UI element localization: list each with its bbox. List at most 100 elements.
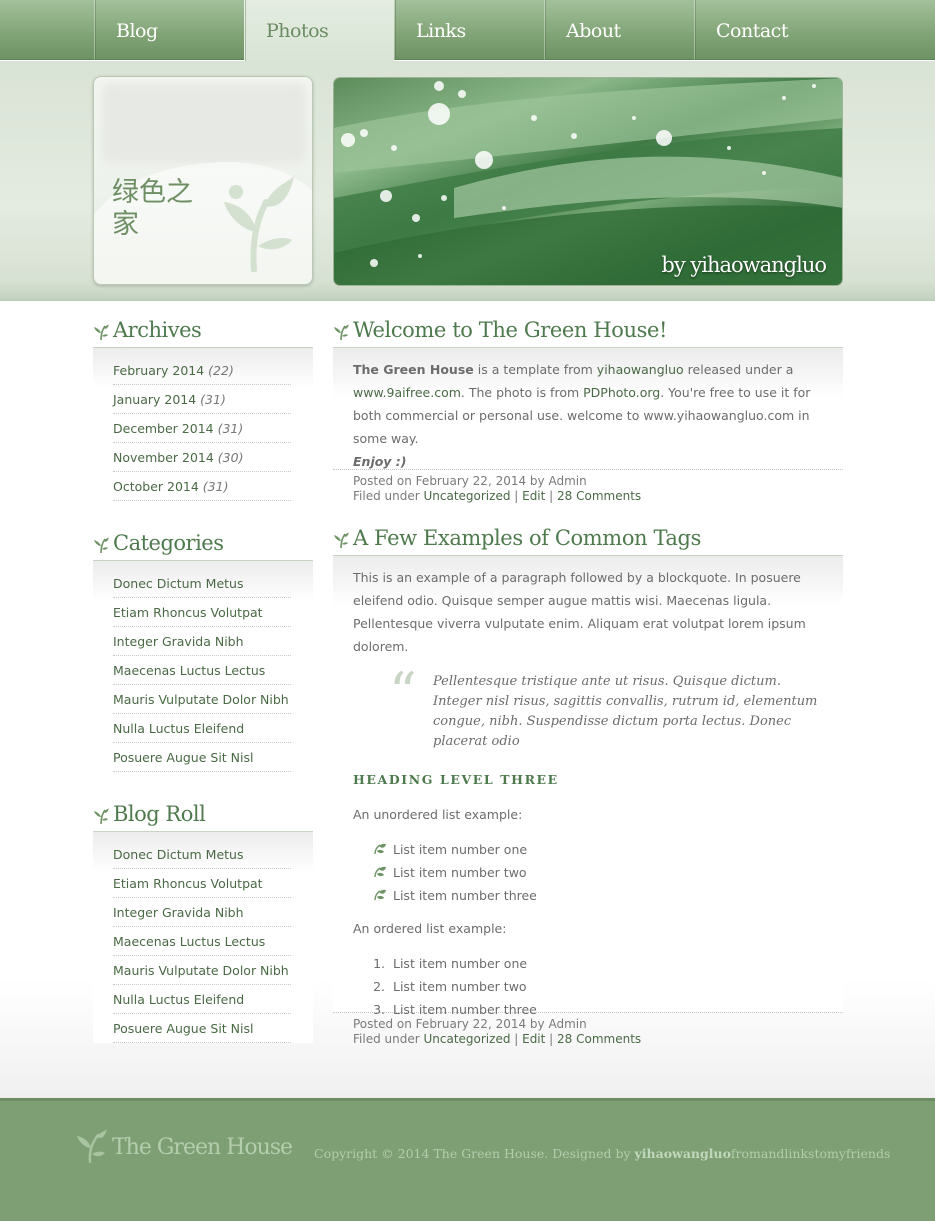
list-item: 1. List item number one bbox=[373, 952, 843, 975]
blogroll-link[interactable]: Etiam Rhoncus Volutpat bbox=[113, 876, 263, 891]
separator: | bbox=[510, 1032, 523, 1046]
blogroll-item[interactable]: Maecenas Luctus Lectus bbox=[113, 927, 291, 956]
archive-item[interactable]: December 2014 (31) bbox=[113, 414, 291, 443]
photo-source-link[interactable]: PDPhoto.org bbox=[583, 385, 660, 400]
post-common-tags: A Few Examples of Common Tags This is an… bbox=[333, 526, 843, 1047]
category-link[interactable]: Posuere Augue Sit Nisl bbox=[113, 750, 253, 765]
post-date-author: Posted on February 22, 2014 by Admin bbox=[353, 474, 587, 488]
blogroll-link[interactable]: Posuere Augue Sit Nisl bbox=[113, 1021, 253, 1036]
comments-link[interactable]: 28 Comments bbox=[557, 489, 641, 503]
comments-link[interactable]: 28 Comments bbox=[557, 1032, 641, 1046]
blogroll-item[interactable]: Integer Gravida Nibh bbox=[113, 898, 291, 927]
logo-highlight bbox=[102, 83, 306, 163]
post-intro-paragraph: The Green House is a template from yihao… bbox=[353, 358, 823, 473]
category-item[interactable]: Posuere Augue Sit Nisl bbox=[113, 743, 291, 772]
post-filed: Filed under Uncategorized | Edit | 28 Co… bbox=[353, 1032, 843, 1047]
archive-count: (31) bbox=[217, 421, 244, 436]
category-item[interactable]: Mauris Vulputate Dolor Nibh bbox=[113, 685, 291, 714]
blockquote-text: Pellentesque tristique ante ut risus. Qu… bbox=[433, 674, 818, 749]
blogroll-link[interactable]: Integer Gravida Nibh bbox=[113, 905, 244, 920]
blogroll-item[interactable]: Mauris Vulputate Dolor Nibh bbox=[113, 956, 291, 985]
filed-prefix: Filed under bbox=[353, 489, 424, 503]
ordered-list: 1. List item number one 2. List item numbe… bbox=[373, 952, 843, 1021]
archive-count: (22) bbox=[208, 363, 234, 378]
archive-item[interactable]: November 2014 (30) bbox=[113, 443, 291, 472]
blogroll-item[interactable]: Etiam Rhoncus Volutpat bbox=[113, 869, 291, 898]
archive-link[interactable]: November 2014 bbox=[113, 450, 214, 465]
license-link[interactable]: www.9aifree.com bbox=[353, 385, 461, 400]
blogroll-link[interactable]: Maecenas Luctus Lectus bbox=[113, 934, 265, 949]
widget-title: Blog Roll bbox=[93, 802, 313, 832]
leaf-sprout-icon bbox=[334, 324, 349, 340]
separator: | bbox=[510, 489, 523, 503]
edit-link[interactable]: Edit bbox=[522, 1032, 545, 1046]
category-link[interactable]: Integer Gravida Nibh bbox=[113, 634, 244, 649]
widget-title-text: Blog Roll bbox=[113, 802, 206, 826]
list-item: 2. List item number two bbox=[373, 975, 843, 998]
category-item[interactable]: Donec Dictum Metus bbox=[113, 569, 291, 598]
quote-mark-icon: “ bbox=[389, 661, 417, 724]
archive-item[interactable]: February 2014 (22) bbox=[113, 356, 291, 385]
list-item-text: List item number three bbox=[393, 888, 537, 903]
blogroll-link[interactable]: Nulla Luctus Eleifend bbox=[113, 992, 244, 1007]
site-logo-box[interactable]: 绿色之家 bbox=[93, 76, 313, 285]
nav-tab-blog[interactable]: Blog bbox=[94, 0, 244, 60]
archive-count: (30) bbox=[217, 450, 244, 465]
leaf-sprout-icon bbox=[94, 808, 109, 824]
nav-tab-about[interactable]: About bbox=[544, 0, 694, 60]
category-item[interactable]: Integer Gravida Nibh bbox=[113, 627, 291, 656]
blogroll-link[interactable]: Mauris Vulputate Dolor Nibh bbox=[113, 963, 289, 978]
separator: | bbox=[545, 489, 558, 503]
archive-link[interactable]: February 2014 bbox=[113, 363, 204, 378]
category-link[interactable]: Uncategorized bbox=[423, 1032, 510, 1046]
intro-text: released under a bbox=[683, 362, 794, 377]
nav-tab-links[interactable]: Links bbox=[394, 0, 544, 60]
archive-link[interactable]: October 2014 bbox=[113, 479, 199, 494]
category-link[interactable]: Uncategorized bbox=[423, 489, 510, 503]
site-header: 绿色之家 by yihaowangluo bbox=[0, 61, 935, 301]
category-link[interactable]: Nulla Luctus Eleifend bbox=[113, 721, 244, 736]
blogroll-item[interactable]: Donec Dictum Metus bbox=[113, 840, 291, 869]
author-link[interactable]: yihaowangluo bbox=[597, 362, 684, 377]
blogroll-widget: Blog Roll Donec Dictum Metus Etiam Rhonc… bbox=[93, 802, 313, 1043]
edit-link[interactable]: Edit bbox=[522, 489, 545, 503]
archive-link[interactable]: January 2014 bbox=[113, 392, 196, 407]
list-item-text: List item number two bbox=[393, 865, 527, 880]
archive-count: (31) bbox=[200, 392, 226, 407]
category-link[interactable]: Mauris Vulputate Dolor Nibh bbox=[113, 692, 289, 707]
post-body: This is an example of a paragraph follow… bbox=[333, 556, 843, 1017]
blogroll-item[interactable]: Nulla Luctus Eleifend bbox=[113, 985, 291, 1014]
designer-link[interactable]: yihaowangluo bbox=[635, 1146, 731, 1161]
categories-widget: Categories Donec Dictum Metus Etiam Rhon… bbox=[93, 531, 313, 772]
post-title[interactable]: A Few Examples of Common Tags bbox=[333, 526, 843, 556]
category-item[interactable]: Etiam Rhoncus Volutpat bbox=[113, 598, 291, 627]
category-link[interactable]: Donec Dictum Metus bbox=[113, 576, 244, 591]
footer-copyright: Copyright © 2014 The Green House. Design… bbox=[314, 1146, 890, 1161]
list-item-text: List item number one bbox=[393, 956, 528, 971]
footer-logo-text[interactable]: The Green House bbox=[112, 1135, 293, 1160]
post-title-text[interactable]: A Few Examples of Common Tags bbox=[353, 526, 701, 550]
category-item[interactable]: Nulla Luctus Eleifend bbox=[113, 714, 291, 743]
unordered-list: List item number one List item number tw… bbox=[373, 838, 843, 907]
post-title[interactable]: Welcome to The Green House! bbox=[333, 318, 843, 348]
archive-link[interactable]: December 2014 bbox=[113, 421, 214, 436]
nav-tab-photos[interactable]: Photos bbox=[244, 0, 394, 62]
blogroll-list: Donec Dictum Metus Etiam Rhoncus Volutpa… bbox=[93, 832, 313, 1043]
list-number: 3. bbox=[373, 1002, 385, 1017]
list-number: 1. bbox=[373, 956, 385, 971]
category-link[interactable]: Etiam Rhoncus Volutpat bbox=[113, 605, 263, 620]
category-link[interactable]: Maecenas Luctus Lectus bbox=[113, 663, 265, 678]
category-list: Donec Dictum Metus Etiam Rhoncus Volutpa… bbox=[93, 561, 313, 772]
leaf-sprout-icon bbox=[94, 324, 109, 340]
archive-item[interactable]: October 2014 (31) bbox=[113, 472, 291, 501]
blogroll-item[interactable]: Posuere Augue Sit Nisl bbox=[113, 1014, 291, 1043]
archive-item[interactable]: January 2014 (31) bbox=[113, 385, 291, 414]
post-title-text[interactable]: Welcome to The Green House! bbox=[353, 318, 667, 342]
category-item[interactable]: Maecenas Luctus Lectus bbox=[113, 656, 291, 685]
nav-tab-contact[interactable]: Contact bbox=[694, 0, 935, 60]
leaf-bullet-icon bbox=[374, 866, 386, 878]
separator: | bbox=[545, 1032, 558, 1046]
sprout-icon bbox=[77, 1129, 107, 1163]
blogroll-link[interactable]: Donec Dictum Metus bbox=[113, 847, 244, 862]
filed-prefix: Filed under bbox=[353, 1032, 424, 1046]
